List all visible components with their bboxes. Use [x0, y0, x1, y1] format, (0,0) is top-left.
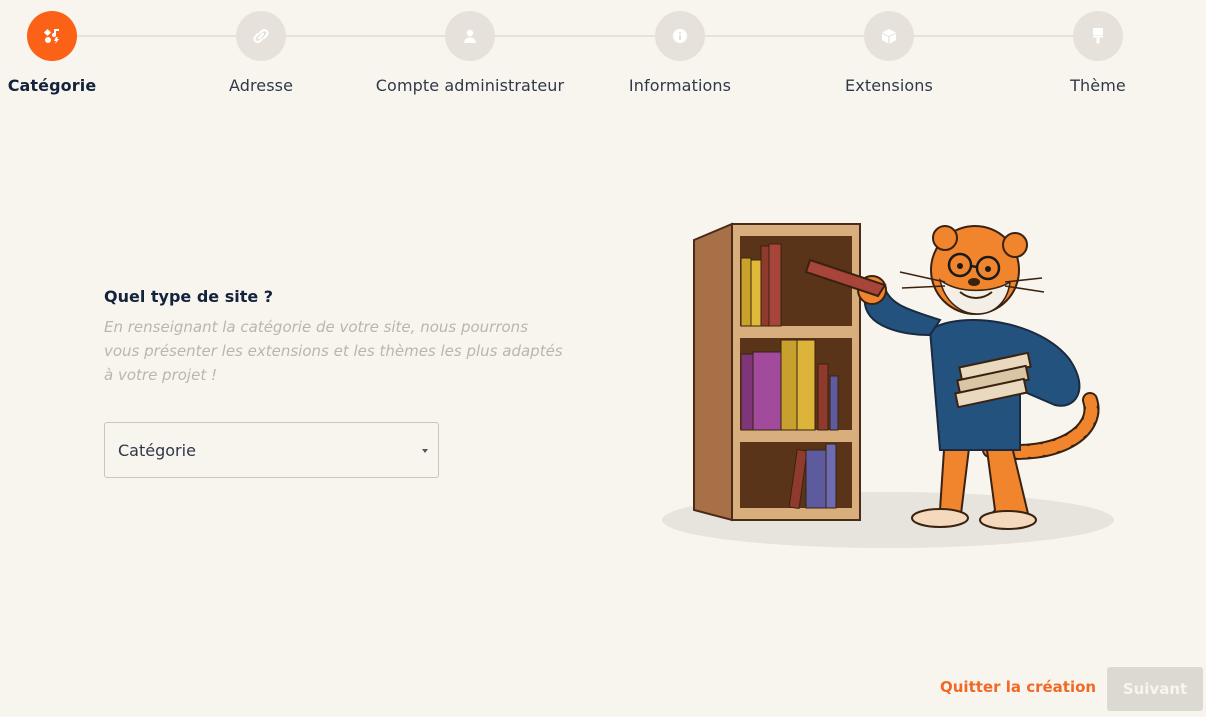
chevron-down-icon: [422, 449, 428, 453]
step-informations[interactable]: Informations: [580, 11, 780, 95]
step-label: Extensions: [845, 76, 933, 95]
category-select-value: Catégorie: [118, 440, 196, 460]
step-label: Informations: [628, 76, 732, 95]
step-compte-administrateur[interactable]: Compte administrateur: [370, 11, 570, 95]
cube-icon: [882, 29, 896, 44]
step-categorie[interactable]: Catégorie: [0, 11, 152, 95]
category-select[interactable]: Catégorie: [104, 422, 439, 478]
progress-stepper: Catégorie Adresse Compte administrateur: [0, 0, 1206, 110]
user-icon: [464, 29, 476, 43]
step-circle: [236, 11, 286, 61]
shapes-icon: [43, 28, 59, 44]
step-circle: [27, 11, 77, 61]
step-label: Adresse: [228, 76, 294, 95]
step-adresse[interactable]: Adresse: [161, 11, 361, 95]
next-button[interactable]: Suivant: [1107, 667, 1203, 711]
step-extensions[interactable]: Extensions: [789, 11, 989, 95]
form-title: Quel type de site ?: [104, 287, 274, 306]
category-form: Quel type de site ? En renseignant la ca…: [104, 287, 574, 387]
step-circle: [655, 11, 705, 61]
quit-creation-link[interactable]: Quitter la création: [940, 678, 1096, 696]
step-label: Catégorie: [7, 76, 97, 95]
step-circle: [864, 11, 914, 61]
link-icon: [253, 28, 269, 44]
step-label: Compte administrateur: [375, 76, 565, 95]
tiger-bookshelf-illustration: [662, 222, 1114, 548]
step-circle: [1073, 11, 1123, 61]
paint-roller-icon: [1093, 28, 1103, 44]
info-icon: [673, 29, 687, 43]
form-description: En renseignant la catégorie de votre sit…: [104, 318, 563, 384]
step-theme[interactable]: Thème: [998, 11, 1198, 95]
step-circle: [445, 11, 495, 61]
step-label: Thème: [1070, 76, 1126, 95]
